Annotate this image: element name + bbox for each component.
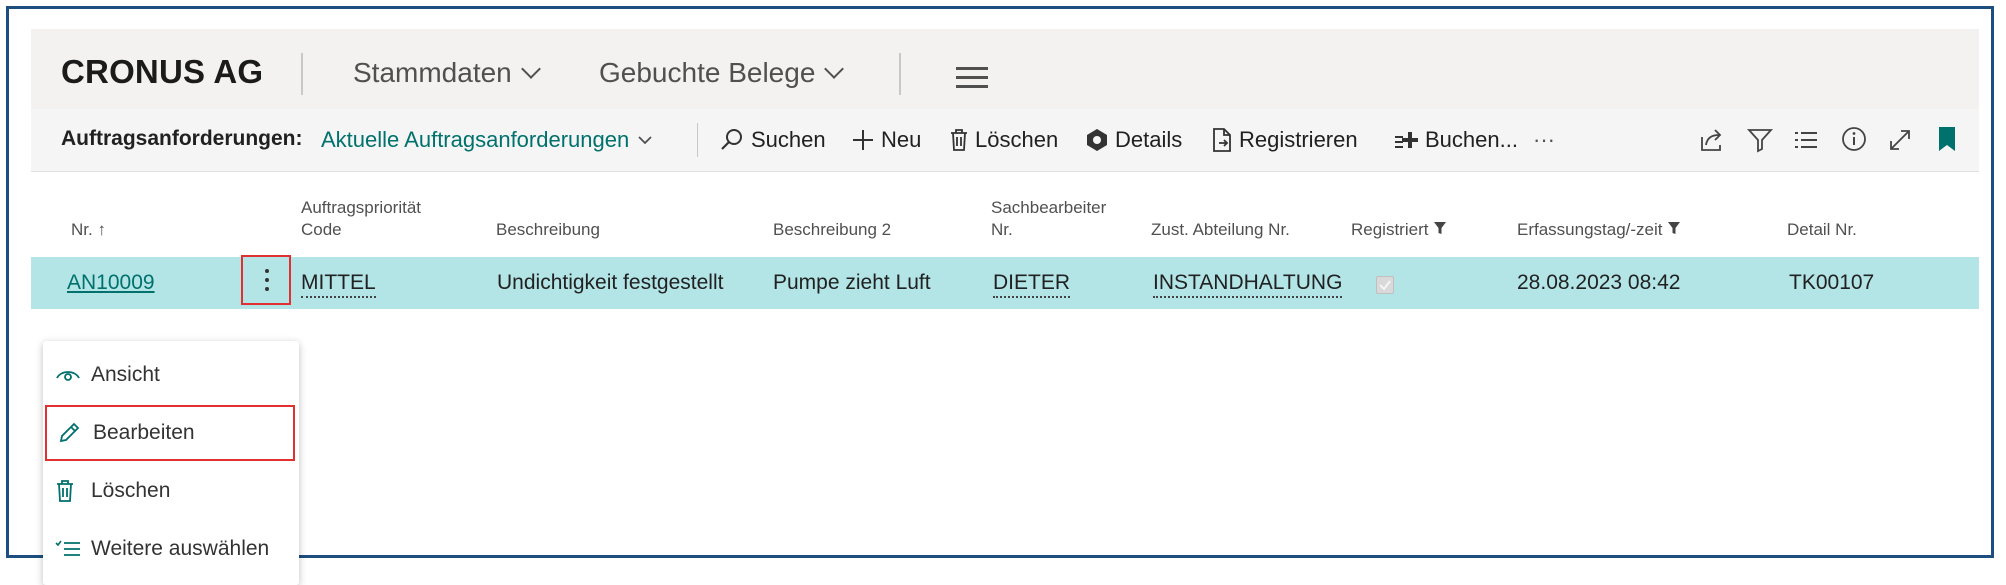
column-header-clerk-line1: Sachbearbeiter [991, 198, 1107, 217]
cell-nr[interactable]: AN10009 [67, 271, 155, 295]
menu-item-loeschen[interactable]: Löschen [43, 463, 299, 519]
details-label: Details [1115, 127, 1183, 152]
pencil-icon [59, 422, 80, 443]
info-icon[interactable] [1841, 126, 1867, 152]
menu-item-label: Bearbeiten [93, 421, 195, 444]
column-header-clerk-line2: Nr. [991, 220, 1013, 239]
search-button[interactable]: Suchen [719, 127, 826, 153]
menu-item-ansicht[interactable]: Ansicht [43, 347, 299, 403]
nav-menu-gebuchte-belege[interactable]: Gebuchte Belege [599, 57, 845, 89]
more-actions-button[interactable]: ··· [1533, 127, 1555, 153]
expand-icon[interactable] [1887, 127, 1913, 153]
cell-description2[interactable]: Pumpe zieht Luft [773, 271, 931, 295]
view-selector[interactable]: Aktuelle Auftragsanforderungen [321, 127, 653, 153]
new-label: Neu [881, 127, 922, 152]
cell-department[interactable]: INSTANDHALTUNG [1153, 271, 1343, 298]
column-header-clerk[interactable]: Sachbearbeiter Nr. [991, 197, 1106, 241]
column-header-detail[interactable]: Detail Nr. [1787, 219, 1857, 241]
details-button[interactable]: Details [1085, 127, 1182, 153]
register-label: Registrieren [1239, 127, 1358, 152]
company-name[interactable]: CRONUS AG [61, 53, 263, 91]
list-page: Auftragsanforderungen: Aktuelle Auftrags… [31, 109, 1979, 585]
column-header-priority-line2: Code [301, 220, 342, 239]
plus-icon [853, 130, 873, 150]
eye-icon [56, 371, 80, 381]
delete-button[interactable]: Löschen [949, 127, 1058, 153]
column-header-nr[interactable]: Nr. ↑ [71, 219, 106, 241]
menu-item-label: Ansicht [91, 363, 160, 386]
top-navigation-bar: CRONUS AG Stammdaten Gebuchte Belege [31, 29, 1979, 109]
new-button[interactable]: Neu [851, 127, 921, 153]
action-bar: Auftragsanforderungen: Aktuelle Auftrags… [31, 109, 1979, 172]
search-icon [721, 129, 742, 150]
page-caption: Auftragsanforderungen: [61, 127, 303, 150]
chevron-down-icon [520, 59, 541, 79]
chevron-down-icon [824, 59, 845, 79]
menu-item-weitere-auswaehlen[interactable]: Weitere auswählen [43, 521, 299, 577]
menu-item-bearbeiten[interactable]: Bearbeiten [45, 405, 295, 461]
cell-priority[interactable]: MITTEL [301, 271, 376, 298]
nav-menu-label: Stammdaten [353, 57, 512, 88]
nav-menu-stammdaten[interactable]: Stammdaten [353, 57, 541, 89]
filter-icon[interactable] [1747, 127, 1773, 153]
details-icon [1087, 129, 1107, 151]
column-header-department[interactable]: Zust. Abteilung Nr. [1151, 219, 1290, 241]
cell-created[interactable]: 28.08.2023 08:42 [1517, 271, 1681, 295]
select-more-icon [55, 540, 80, 556]
post-label: Buchen... [1425, 127, 1518, 152]
cell-registered-checkbox [1376, 276, 1394, 294]
row-actions-button[interactable] [241, 255, 291, 305]
share-icon[interactable] [1699, 127, 1725, 153]
delete-label: Löschen [975, 127, 1059, 152]
column-header-created[interactable]: Erfassungstag/-zeit [1517, 219, 1681, 241]
divider [899, 53, 901, 95]
document-arrow-icon [1213, 128, 1231, 152]
trash-icon [951, 129, 967, 151]
column-header-description2[interactable]: Beschreibung 2 [773, 219, 891, 241]
cell-description[interactable]: Undichtigkeit festgestellt [497, 271, 723, 295]
divider [697, 123, 698, 157]
menu-item-label: Weitere auswählen [91, 537, 270, 560]
sort-ascending-icon: ↑ [97, 220, 106, 239]
list-view-icon[interactable] [1793, 129, 1819, 151]
hamburger-menu-icon[interactable] [956, 67, 988, 94]
post-button[interactable]: Buchen... [1393, 127, 1518, 153]
bookmark-icon[interactable] [1937, 125, 1957, 153]
screenshot-frame: CRONUS AG Stammdaten Gebuchte Belege Auf… [6, 6, 1994, 585]
filter-active-icon [1434, 222, 1447, 234]
search-label: Suchen [751, 127, 826, 152]
row-context-menu: Ansicht Bearbeiten Löschen Weitere auswä… [43, 341, 299, 585]
post-icon [1395, 132, 1418, 148]
column-header-priority-line1: Auftragspriorität [301, 198, 421, 217]
trash-icon [57, 480, 73, 502]
register-button[interactable]: Registrieren [1211, 127, 1358, 153]
view-selector-label: Aktuelle Auftragsanforderungen [321, 127, 630, 152]
filter-active-icon [1668, 222, 1681, 234]
column-header-description[interactable]: Beschreibung [496, 219, 600, 241]
divider [301, 53, 303, 95]
table-row[interactable]: AN10009 MITTEL Undichtigkeit festgestell… [31, 257, 1979, 309]
checkmark-icon [1379, 280, 1391, 291]
cell-detail[interactable]: TK00107 [1789, 271, 1874, 295]
nav-menu-label: Gebuchte Belege [599, 57, 816, 88]
column-header-priority[interactable]: Auftragspriorität Code [301, 197, 421, 241]
cell-clerk[interactable]: DIETER [993, 271, 1071, 298]
chevron-down-icon [638, 136, 652, 145]
column-header-registered[interactable]: Registriert [1351, 219, 1447, 241]
business-central-window: CRONUS AG Stammdaten Gebuchte Belege Auf… [31, 29, 1979, 585]
menu-item-label: Löschen [91, 479, 171, 502]
